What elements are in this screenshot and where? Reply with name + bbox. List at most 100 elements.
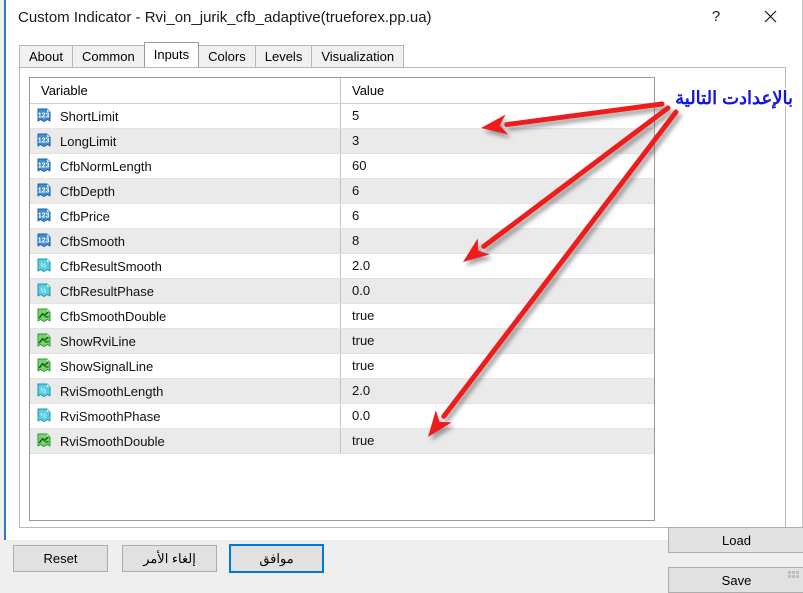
value-cell[interactable]: 0.0 [341, 279, 654, 303]
value-cell[interactable]: 6 [341, 179, 654, 203]
variable-cell: CfbSmoothDouble [30, 304, 341, 328]
variable-name: RviSmoothDouble [60, 433, 165, 449]
variable-cell: ½ RviSmoothLength [30, 379, 341, 403]
variable-name: CfbSmooth [60, 233, 126, 249]
value-cell[interactable]: true [341, 354, 654, 378]
grid-row[interactable]: ½ CfbResultSmooth 2.0 [30, 254, 654, 279]
ok-button[interactable]: موافق [229, 544, 324, 573]
value-cell[interactable]: true [341, 304, 654, 328]
tab-levels[interactable]: Levels [254, 45, 313, 67]
variable-name: ShowSignalLine [60, 358, 154, 374]
tab-label: Levels [264, 49, 303, 64]
variable-name: CfbSmoothDouble [60, 308, 167, 324]
grid-row[interactable]: RviSmoothDouble true [30, 429, 654, 454]
boolean-type-icon [37, 308, 51, 322]
tab-label: Colors [208, 49, 246, 64]
boolean-type-icon [37, 333, 51, 347]
value-cell[interactable]: 0.0 [341, 404, 654, 428]
tab-colors[interactable]: Colors [198, 45, 256, 67]
tab-visualization[interactable]: Visualization [311, 45, 405, 67]
variable-cell: 123 CfbNormLength [30, 154, 341, 178]
variable-name: ShowRviLine [60, 333, 136, 349]
svg-text:123: 123 [38, 137, 50, 144]
svg-text:½: ½ [40, 410, 46, 419]
variable-cell: ½ CfbResultPhase [30, 279, 341, 303]
grid-row[interactable]: 123 ShortLimit 5 [30, 104, 654, 129]
svg-text:123: 123 [38, 112, 50, 119]
reset-button[interactable]: Reset [13, 545, 108, 572]
grid-row[interactable]: ShowRviLine true [30, 329, 654, 354]
variable-cell: ½ CfbResultSmooth [30, 254, 341, 278]
cancel-button[interactable]: إلغاء الأمر [122, 545, 217, 572]
svg-text:½: ½ [40, 285, 46, 294]
variable-cell: ShowRviLine [30, 329, 341, 353]
boolean-type-icon [37, 433, 51, 447]
integer-type-icon: 123 [37, 108, 51, 122]
integer-type-icon: 123 [37, 208, 51, 222]
variable-name: RviSmoothPhase [60, 408, 161, 424]
close-icon[interactable] [750, 0, 790, 33]
variable-name: RviSmoothLength [60, 383, 164, 399]
variable-name: CfbResultSmooth [60, 258, 162, 274]
variable-cell: ½ RviSmoothPhase [30, 404, 341, 428]
save-button[interactable]: Save [668, 567, 803, 593]
double-type-icon: ½ [37, 383, 51, 397]
svg-text:123: 123 [38, 187, 50, 194]
tab-strip: About Common Inputs Colors Levels Visualizati… [19, 42, 405, 67]
tab-label: About [29, 49, 63, 64]
variable-name: CfbPrice [60, 208, 110, 224]
grid-row[interactable]: ½ CfbResultPhase 0.0 [30, 279, 654, 304]
double-type-icon: ½ [37, 258, 51, 272]
variable-cell: 123 CfbSmooth [30, 229, 341, 253]
tab-label: Visualization [321, 49, 395, 64]
window-title: Custom Indicator - Rvi_on_jurik_cfb_adap… [18, 9, 432, 26]
variable-name: CfbResultPhase [60, 283, 154, 299]
load-button[interactable]: Load [668, 527, 803, 553]
grid-row[interactable]: 123 CfbNormLength 60 [30, 154, 654, 179]
svg-text:123: 123 [38, 162, 50, 169]
custom-indicator-dialog: Custom Indicator - Rvi_on_jurik_cfb_adap… [4, 0, 803, 593]
title-bar: Custom Indicator - Rvi_on_jurik_cfb_adap… [6, 0, 802, 36]
variable-cell: 123 CfbDepth [30, 179, 341, 203]
double-type-icon: ½ [37, 283, 51, 297]
variable-name: CfbNormLength [60, 158, 152, 174]
annotation-text: بالإعدادت التالية [675, 88, 793, 108]
inputs-tab-panel: Variable Value 123 ShortLimit 5 123 LongLimi… [19, 67, 803, 593]
grid-row[interactable]: ½ RviSmoothPhase 0.0 [30, 404, 654, 429]
grid-row[interactable]: 123 CfbSmooth 8 [30, 229, 654, 254]
grid-row[interactable]: 123 LongLimit 3 [30, 129, 654, 154]
integer-type-icon: 123 [37, 183, 51, 197]
value-cell[interactable]: 2.0 [341, 254, 654, 278]
tab-about[interactable]: About [19, 45, 73, 67]
tab-label: Common [81, 49, 135, 64]
value-cell[interactable]: true [341, 429, 654, 453]
svg-text:123: 123 [38, 237, 50, 244]
grid-row[interactable]: CfbSmoothDouble true [30, 304, 654, 329]
grid-row[interactable]: 123 CfbPrice 6 [30, 204, 654, 229]
svg-text:½: ½ [40, 385, 46, 394]
value-cell[interactable]: 6 [341, 204, 654, 228]
value-cell[interactable]: true [341, 329, 654, 353]
grid-header-row: Variable Value [30, 78, 654, 104]
help-icon[interactable]: ? [696, 0, 736, 33]
variable-cell: 123 LongLimit [30, 129, 341, 153]
svg-text:123: 123 [38, 212, 50, 219]
tab-common[interactable]: Common [71, 45, 145, 67]
grid-row[interactable]: ½ RviSmoothLength 2.0 [30, 379, 654, 404]
value-cell[interactable]: 60 [341, 154, 654, 178]
column-header-variable: Variable [30, 78, 341, 103]
grid-row[interactable]: 123 CfbDepth 6 [30, 179, 654, 204]
value-cell[interactable]: 2.0 [341, 379, 654, 403]
tab-inputs[interactable]: Inputs [143, 42, 200, 67]
double-type-icon: ½ [37, 408, 51, 422]
value-cell[interactable]: 3 [341, 129, 654, 153]
variable-name: LongLimit [60, 133, 117, 149]
value-cell[interactable]: 8 [341, 229, 654, 253]
svg-text:½: ½ [40, 260, 46, 269]
variable-name: ShortLimit [60, 108, 119, 124]
resize-grip[interactable] [788, 567, 799, 578]
grid-row[interactable]: ShowSignalLine true [30, 354, 654, 379]
inputs-grid: Variable Value 123 ShortLimit 5 123 LongLimi… [29, 77, 655, 521]
integer-type-icon: 123 [37, 233, 51, 247]
value-cell[interactable]: 5 [341, 104, 654, 128]
